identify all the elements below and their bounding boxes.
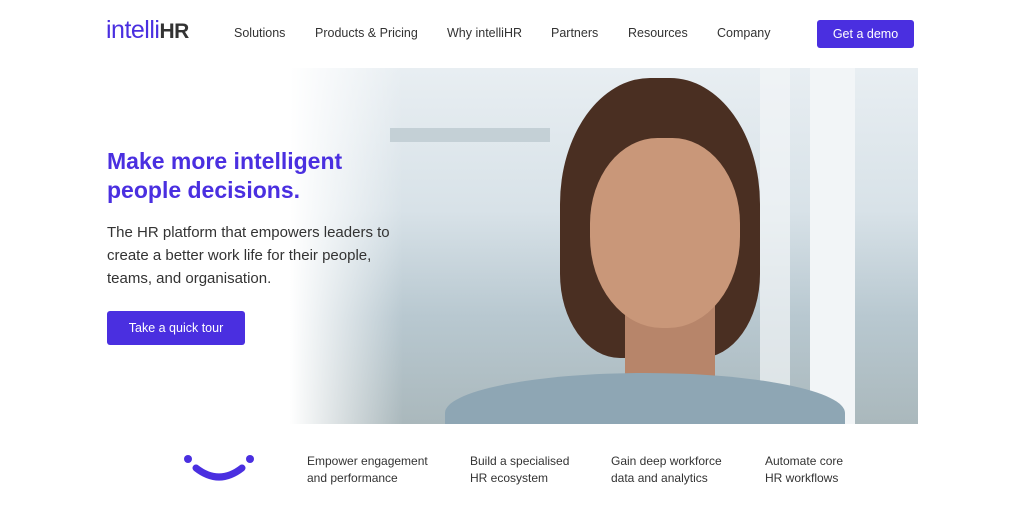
hero-title: Make more intelligent people decisions.	[107, 148, 343, 203]
feature-workflows: Automate core HR workflows	[765, 454, 844, 485]
quick-tour-button[interactable]: Take a quick tour	[107, 311, 245, 345]
feature-engagement: Empower engagement and performance	[307, 454, 428, 485]
nav-why-intellihr[interactable]: Why intelliHR	[447, 26, 522, 40]
get-demo-button[interactable]: Get a demo	[817, 20, 914, 48]
feature-analytics: Gain deep workforce data and analytics	[611, 454, 722, 485]
nav-partners[interactable]: Partners	[551, 26, 598, 40]
smile-logo-icon	[184, 455, 254, 481]
nav-solutions[interactable]: Solutions	[234, 26, 285, 40]
feature-ecosystem: Build a specialised HR ecosystem	[470, 454, 570, 485]
nav-resources[interactable]: Resources	[628, 26, 688, 40]
logo[interactable]: intelliHR	[106, 16, 189, 45]
nav-company[interactable]: Company	[717, 26, 771, 40]
nav-products-pricing[interactable]: Products & Pricing	[315, 26, 418, 40]
hero-subtitle: The HR platform that empowers leaders to…	[107, 224, 390, 287]
